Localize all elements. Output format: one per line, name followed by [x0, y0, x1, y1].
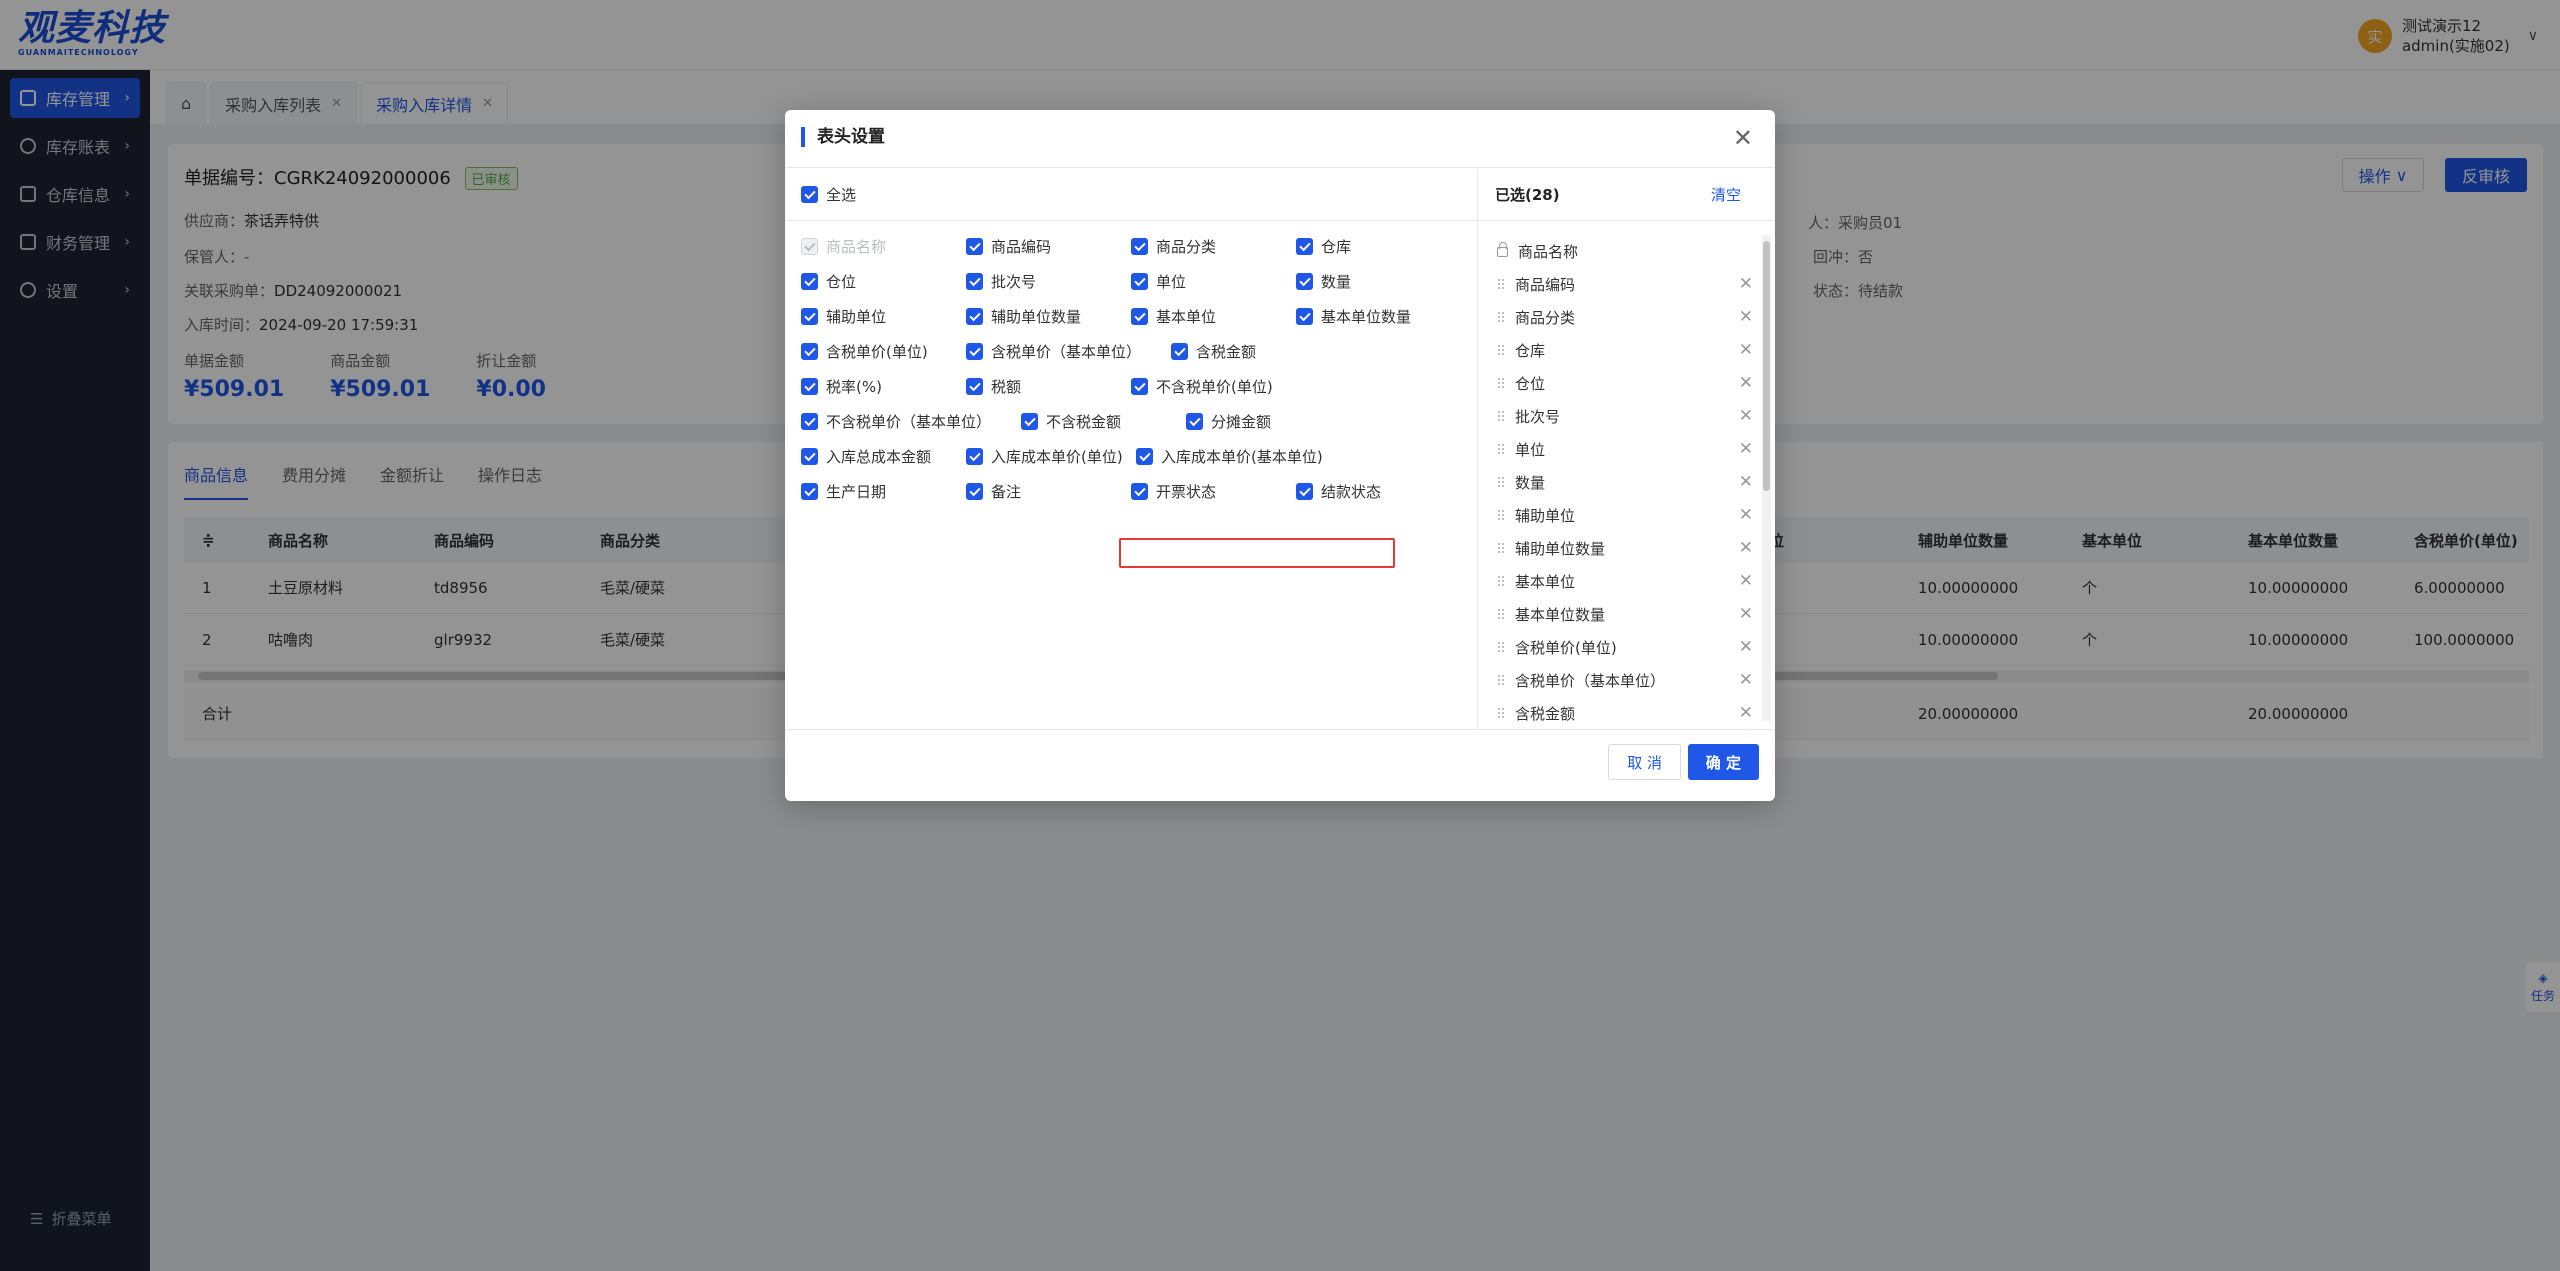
column-option-checkbox[interactable]: 不含税金额 — [1021, 411, 1121, 432]
confirm-button[interactable]: 确 定 — [1687, 744, 1759, 780]
drag-handle-icon[interactable] — [1497, 410, 1505, 423]
drag-handle-icon[interactable] — [1497, 311, 1505, 324]
column-option-checkbox[interactable]: 单位 — [1131, 271, 1186, 292]
drag-handle-icon[interactable] — [1497, 476, 1505, 489]
modal-title: 表头设置 — [801, 127, 885, 147]
column-option-checkbox[interactable]: 入库成本单价(基本单位) — [1136, 446, 1323, 467]
header-settings-modal: 表头设置 ✕ 全选 商品名称 商品编码 商品分类 仓库 仓位 批次号 单位 数量 辅助单位 辅助单… — [785, 110, 1775, 801]
column-option-checkbox[interactable]: 含税单价(单位) — [801, 341, 928, 362]
column-option-checkbox[interactable]: 辅助单位数量 — [966, 306, 1081, 327]
column-option-checkbox[interactable]: 基本单位数量 — [1296, 306, 1411, 327]
drag-handle-icon[interactable] — [1497, 674, 1505, 687]
selected-item[interactable]: 辅助单位数量 ✕ — [1479, 532, 1761, 565]
remove-icon[interactable]: ✕ — [1739, 637, 1753, 657]
selected-item[interactable]: 辅助单位 ✕ — [1479, 499, 1761, 532]
drag-handle-icon[interactable] — [1497, 707, 1505, 720]
column-option-checkbox[interactable]: 商品分类 — [1131, 236, 1216, 257]
selected-item[interactable]: 批次号 ✕ — [1479, 400, 1761, 433]
remove-icon[interactable]: ✕ — [1739, 604, 1753, 624]
drag-handle-icon[interactable] — [1497, 575, 1505, 588]
column-option-checkbox[interactable]: 入库总成本金额 — [801, 446, 931, 467]
column-option-checkbox[interactable]: 入库成本单价(单位) — [966, 446, 1123, 467]
selected-count: 已选(28) — [1495, 186, 1560, 204]
remove-icon[interactable]: ✕ — [1739, 670, 1753, 690]
column-options: 全选 商品名称 商品编码 商品分类 仓库仓位 批次号 单位 数量辅助单位 辅助单位数量 基本单位… — [785, 169, 1478, 729]
remove-icon[interactable]: ✕ — [1739, 472, 1753, 492]
column-option-checkbox[interactable]: 生产日期 — [801, 481, 886, 502]
highlight-box — [1119, 538, 1395, 568]
selected-item[interactable]: 含税金额 ✕ — [1479, 697, 1761, 730]
column-option-checkbox[interactable]: 不含税单价（基本单位） — [801, 411, 991, 432]
selected-item[interactable]: 含税单价（基本单位） ✕ — [1479, 664, 1761, 697]
remove-icon[interactable]: ✕ — [1739, 274, 1753, 294]
column-option-checkbox: 商品名称 — [801, 236, 886, 257]
drag-handle-icon[interactable] — [1497, 641, 1505, 654]
remove-icon[interactable]: ✕ — [1739, 571, 1753, 591]
remove-icon[interactable]: ✕ — [1739, 505, 1753, 525]
drag-handle-icon[interactable] — [1497, 542, 1505, 555]
selected-item[interactable]: 仓位 ✕ — [1479, 367, 1761, 400]
lock-icon — [1497, 241, 1508, 257]
column-option-checkbox[interactable]: 批次号 — [966, 271, 1036, 292]
drag-handle-icon[interactable] — [1497, 278, 1505, 291]
drag-handle-icon[interactable] — [1497, 608, 1505, 621]
selected-item[interactable]: 单位 ✕ — [1479, 433, 1761, 466]
column-option-checkbox[interactable]: 税额 — [966, 376, 1021, 397]
vertical-scrollbar[interactable] — [1762, 235, 1771, 721]
select-all-checkbox[interactable]: 全选 — [801, 184, 856, 205]
remove-icon[interactable]: ✕ — [1739, 340, 1753, 360]
remove-icon[interactable]: ✕ — [1739, 703, 1753, 723]
remove-icon[interactable]: ✕ — [1739, 373, 1753, 393]
column-option-checkbox[interactable]: 商品编码 — [966, 236, 1051, 257]
column-option-checkbox[interactable]: 仓库 — [1296, 236, 1351, 257]
column-option-checkbox[interactable]: 备注 — [966, 481, 1021, 502]
selected-item[interactable]: 基本单位数量 ✕ — [1479, 598, 1761, 631]
close-icon[interactable]: ✕ — [1733, 124, 1753, 152]
selected-item[interactable]: 含税单价(单位) ✕ — [1479, 631, 1761, 664]
column-option-checkbox[interactable]: 基本单位 — [1131, 306, 1216, 327]
selected-item[interactable]: 数量 ✕ — [1479, 466, 1761, 499]
column-option-checkbox[interactable]: 分摊金额 — [1186, 411, 1271, 432]
column-option-checkbox[interactable]: 税率(%) — [801, 376, 882, 397]
column-option-checkbox[interactable]: 含税单价（基本单位） — [966, 341, 1141, 362]
cancel-button[interactable]: 取 消 — [1608, 744, 1681, 780]
column-option-checkbox[interactable]: 含税金额 — [1171, 341, 1256, 362]
remove-icon[interactable]: ✕ — [1739, 307, 1753, 327]
column-option-checkbox[interactable]: 不含税单价(单位) — [1131, 376, 1273, 397]
drag-handle-icon[interactable] — [1497, 344, 1505, 357]
clear-button[interactable]: 清空 — [1711, 184, 1741, 205]
remove-icon[interactable]: ✕ — [1739, 538, 1753, 558]
selected-item[interactable]: 商品编码 ✕ — [1479, 268, 1761, 301]
selected-item[interactable]: 基本单位 ✕ — [1479, 565, 1761, 598]
selected-item[interactable]: 商品名称 — [1479, 235, 1761, 268]
column-option-checkbox[interactable]: 结款状态 — [1296, 481, 1381, 502]
selected-item[interactable]: 仓库 ✕ — [1479, 334, 1761, 367]
selected-list: 商品名称 商品编码 ✕ 商品分类 ✕ 仓库 ✕ 仓位 ✕ 批次号 ✕ 单位 ✕ 数量 ✕ 辅助单位 ✕ 辅助单位数… — [1479, 235, 1761, 730]
selected-item[interactable]: 商品分类 ✕ — [1479, 301, 1761, 334]
column-option-checkbox[interactable]: 数量 — [1296, 271, 1351, 292]
remove-icon[interactable]: ✕ — [1739, 439, 1753, 459]
column-option-checkbox[interactable]: 仓位 — [801, 271, 856, 292]
remove-icon[interactable]: ✕ — [1739, 406, 1753, 426]
drag-handle-icon[interactable] — [1497, 377, 1505, 390]
column-option-checkbox[interactable]: 辅助单位 — [801, 306, 886, 327]
selected-columns: 已选(28) 清空 商品名称 商品编码 ✕ 商品分类 ✕ 仓库 ✕ 仓位 ✕ 批次号 ✕ 单位 ✕ 数量 ✕… — [1479, 169, 1775, 729]
drag-handle-icon[interactable] — [1497, 509, 1505, 522]
drag-handle-icon[interactable] — [1497, 443, 1505, 456]
column-option-checkbox[interactable]: 开票状态 — [1131, 481, 1216, 502]
